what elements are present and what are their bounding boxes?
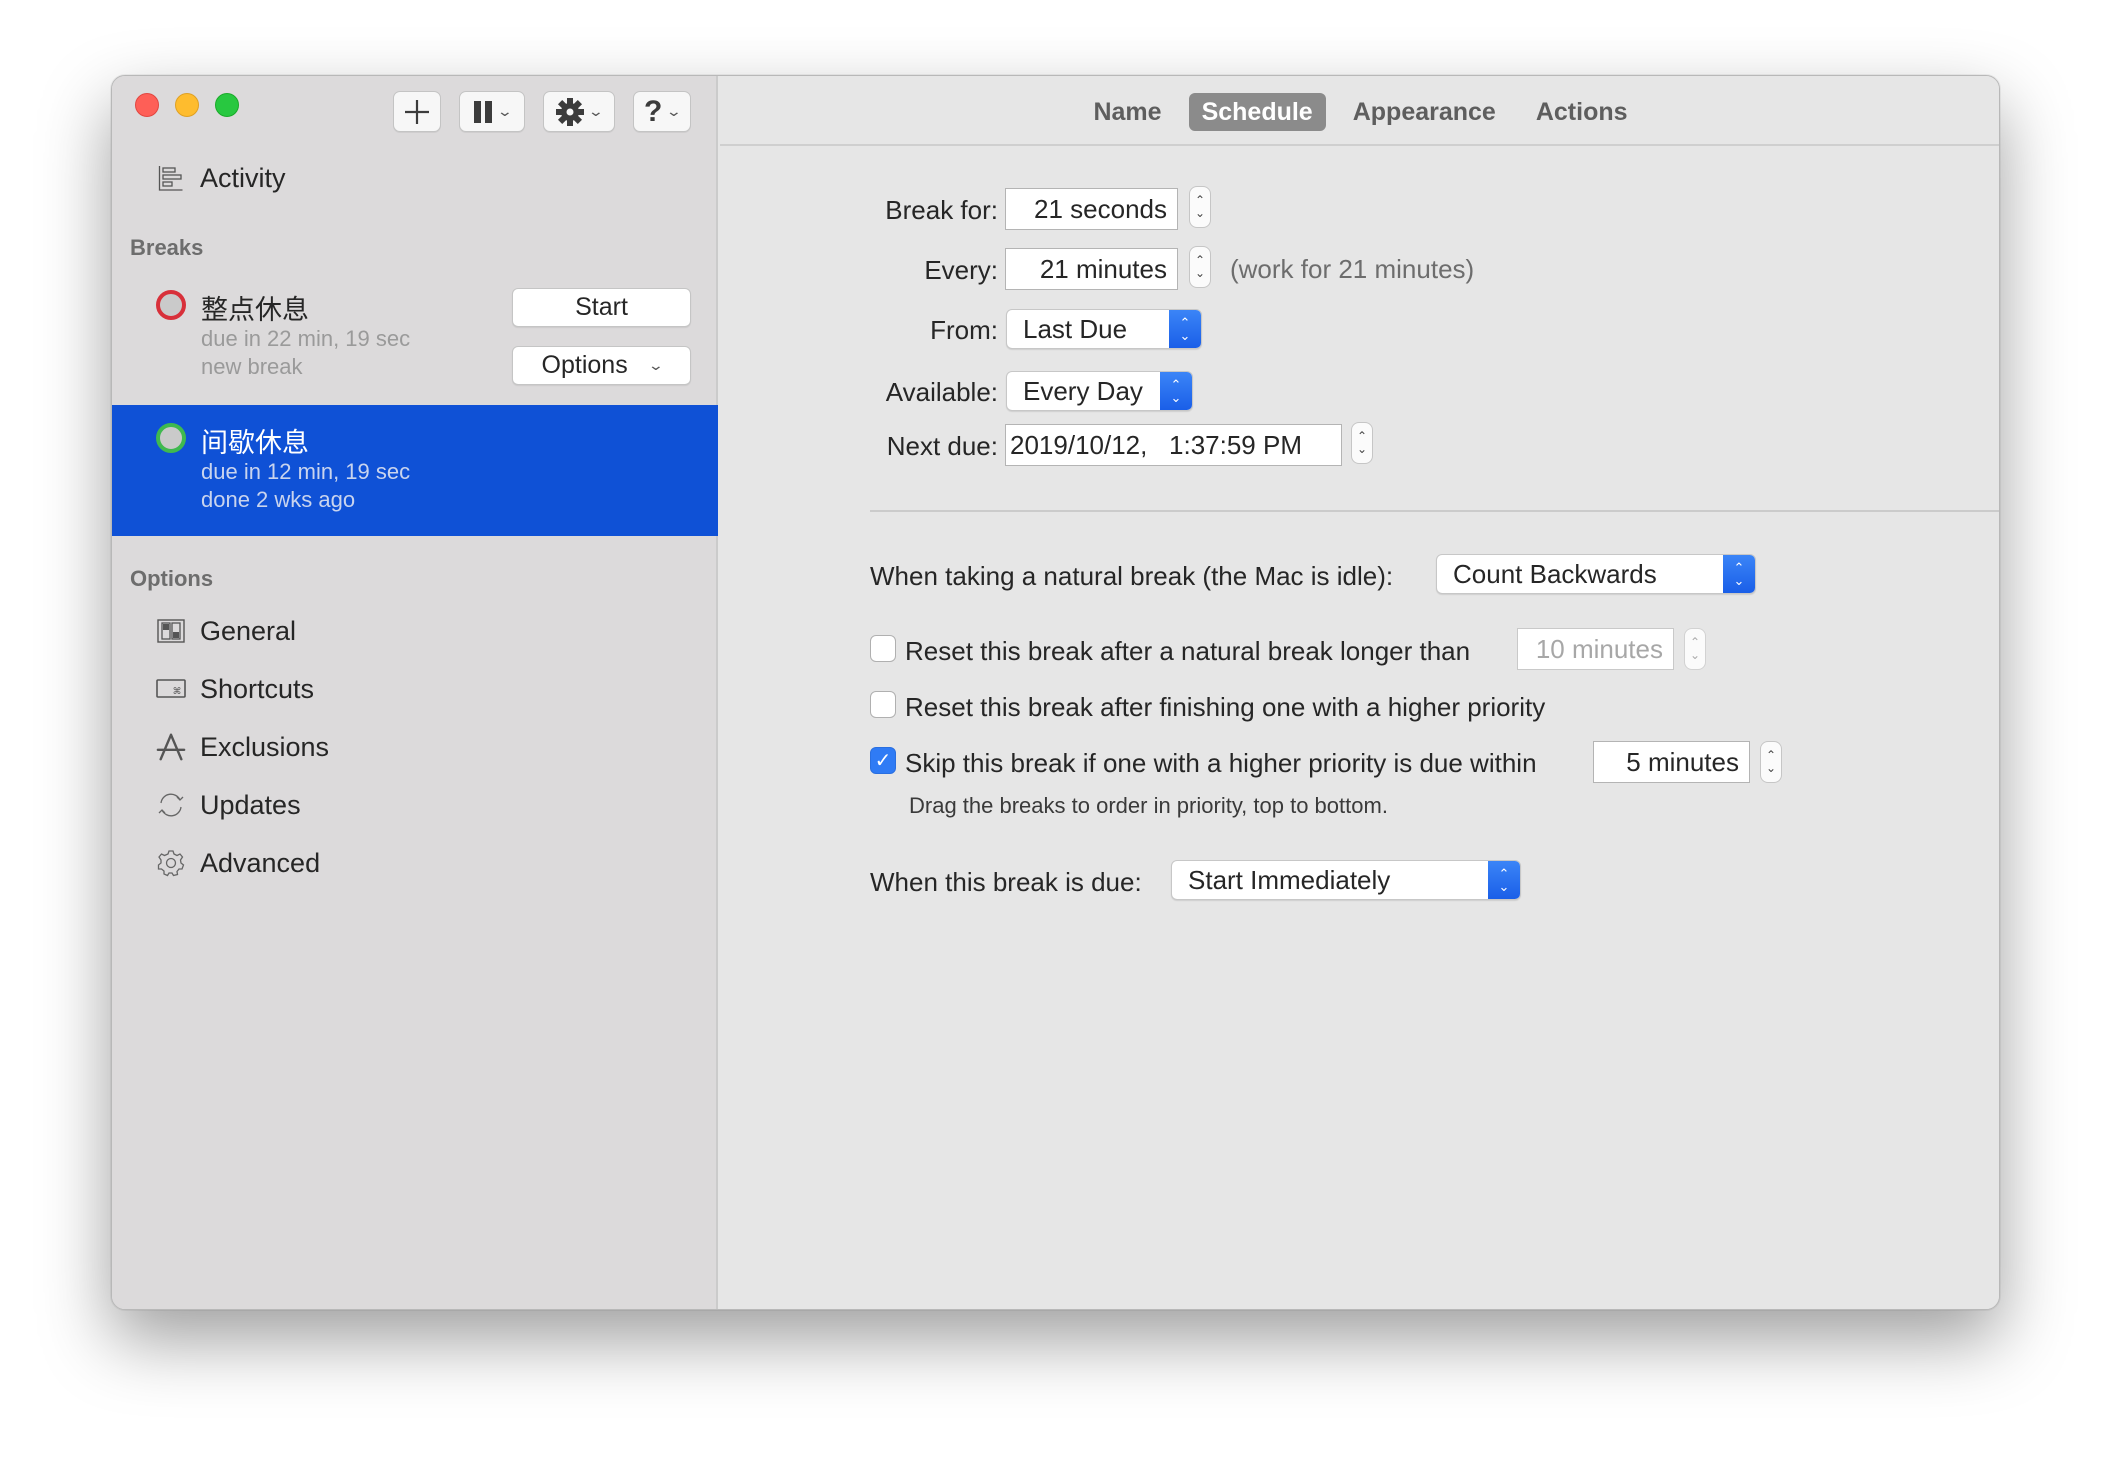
natural-break-popup[interactable]: Count Backwards ⌃ ⌄ xyxy=(1436,554,1756,594)
chevron-down-icon: ⌄ xyxy=(496,103,514,119)
available-label: Available: xyxy=(885,377,998,407)
popup-arrows-icon: ⌃ ⌄ xyxy=(1160,372,1192,410)
general-icon xyxy=(156,616,186,646)
break-status: done 2 wks ago xyxy=(201,487,356,512)
from-label: From: xyxy=(930,315,998,345)
popup-arrows-icon: ⌃ ⌄ xyxy=(1169,310,1201,348)
sidebar: ⌄ ⌄ ? ⌄ Activity Breaks 整点休息 due in 22 m… xyxy=(112,76,718,1309)
breaks-section-header: Breaks xyxy=(130,235,204,260)
gear-outline-icon xyxy=(156,848,186,878)
every-stepper[interactable]: ⌃ ⌄ xyxy=(1189,246,1211,288)
tab-actions[interactable]: Actions xyxy=(1523,93,1641,131)
plus-icon xyxy=(405,99,429,124)
chevron-down-icon: ⌄ xyxy=(665,103,683,119)
reset-priority-checkbox[interactable] xyxy=(870,691,896,718)
work-duration-note: (work for 21 minutes) xyxy=(1230,254,1475,284)
when-due-label: When this break is due: xyxy=(870,867,1142,897)
break-row-selected[interactable]: 间歇休息 due in 12 min, 19 sec done 2 wks ag… xyxy=(112,405,718,536)
keyboard-icon: ⌘ xyxy=(156,674,186,704)
from-popup[interactable]: Last Due ⌃ ⌄ xyxy=(1006,309,1202,349)
chevron-down-icon: ⌄ xyxy=(647,357,664,373)
reset-natural-label: Reset this break after a natural break l… xyxy=(905,636,1471,666)
break-due: due in 22 min, 19 sec xyxy=(201,326,411,351)
help-menu-button[interactable]: ? ⌄ xyxy=(633,91,691,132)
every-label: Every: xyxy=(924,255,998,285)
tab-name[interactable]: Name xyxy=(1080,93,1174,131)
reset-priority-label: Reset this break after finishing one wit… xyxy=(905,692,1546,722)
reset-natural-duration-field[interactable]: 10 minutes xyxy=(1517,628,1674,670)
options-section-header: Options xyxy=(130,566,214,591)
available-popup[interactable]: Every Day ⌃ ⌄ xyxy=(1006,371,1193,411)
svg-text:⌘: ⌘ xyxy=(173,687,182,697)
break-for-field[interactable]: 21 seconds xyxy=(1005,188,1178,230)
break-name: 间歇休息 xyxy=(201,428,309,458)
sidebar-item-label: Advanced xyxy=(200,847,321,878)
chevron-down-icon: ⌄ xyxy=(587,103,605,119)
tab-appearance[interactable]: Appearance xyxy=(1340,93,1509,131)
break-for-stepper[interactable]: ⌃ ⌄ xyxy=(1189,186,1211,228)
schedule-panel: Name Schedule Appearance Actions Break f… xyxy=(720,76,1999,1309)
options-label: Options xyxy=(541,351,628,379)
gear-icon xyxy=(556,97,585,126)
break-row[interactable]: 整点休息 due in 22 min, 19 sec new break Sta… xyxy=(112,276,718,396)
popup-arrows-icon: ⌃ ⌄ xyxy=(1723,555,1755,593)
sidebar-item-label: Updates xyxy=(200,789,301,820)
add-break-button[interactable] xyxy=(393,91,441,132)
sidebar-item-updates[interactable]: Updates xyxy=(112,780,718,830)
sidebar-item-activity[interactable]: Activity xyxy=(112,153,718,203)
app-store-icon xyxy=(156,732,186,762)
natural-break-value: Count Backwards xyxy=(1453,558,1657,589)
activity-icon xyxy=(156,163,186,193)
sidebar-item-label: Activity xyxy=(200,162,286,193)
start-break-button[interactable]: Start xyxy=(512,288,691,327)
skip-duration-field[interactable]: 5 minutes xyxy=(1593,741,1750,783)
checkmark-icon: ✓ xyxy=(874,750,892,772)
tab-schedule[interactable]: Schedule xyxy=(1188,93,1326,131)
sidebar-item-shortcuts[interactable]: ⌘ Shortcuts xyxy=(112,664,718,714)
section-divider xyxy=(870,510,1999,512)
reset-natural-checkbox[interactable] xyxy=(870,635,896,662)
priority-hint: Drag the breaks to order in priority, to… xyxy=(909,793,1388,818)
popup-arrows-icon: ⌃ ⌄ xyxy=(1488,861,1520,899)
pause-icon xyxy=(474,100,493,123)
break-status-ring-icon xyxy=(156,290,186,320)
skip-checkbox[interactable]: ✓ xyxy=(870,747,896,774)
next-due-field[interactable]: 2019/10/12, 1:37:59 PM xyxy=(1005,424,1342,466)
question-icon: ? xyxy=(643,94,663,128)
next-due-label: Next due: xyxy=(886,431,998,461)
settings-menu-button[interactable]: ⌄ xyxy=(543,91,615,132)
app-window: ⌄ ⌄ ? ⌄ Activity Breaks 整点休息 due in 22 m… xyxy=(111,75,2000,1310)
next-due-stepper[interactable]: ⌃ ⌄ xyxy=(1351,422,1373,464)
sidebar-item-exclusions[interactable]: Exclusions xyxy=(112,722,718,772)
sidebar-item-label: Exclusions xyxy=(200,731,330,762)
available-value: Every Day xyxy=(1023,375,1143,406)
every-field[interactable]: 21 minutes xyxy=(1005,248,1178,290)
maximize-button[interactable] xyxy=(215,93,239,117)
break-options-button[interactable]: Options ⌄ xyxy=(512,346,691,385)
sidebar-item-label: Shortcuts xyxy=(200,673,315,704)
close-button[interactable] xyxy=(135,93,159,117)
when-due-popup[interactable]: Start Immediately ⌃ ⌄ xyxy=(1171,860,1521,900)
pause-menu-button[interactable]: ⌄ xyxy=(459,91,525,132)
tab-bar: Name Schedule Appearance Actions xyxy=(720,93,1999,131)
skip-label: Skip this break if one with a higher pri… xyxy=(905,748,1537,778)
break-status-ring-icon xyxy=(156,423,186,453)
reset-natural-stepper[interactable]: ⌃ ⌄ xyxy=(1684,628,1706,670)
sidebar-item-general[interactable]: General xyxy=(112,606,718,656)
sidebar-item-label: General xyxy=(200,615,297,646)
tab-separator xyxy=(720,144,1999,146)
sidebar-item-advanced[interactable]: Advanced xyxy=(112,838,718,888)
refresh-icon xyxy=(156,790,186,820)
break-for-label: Break for: xyxy=(885,195,998,225)
break-due: due in 12 min, 19 sec xyxy=(201,459,411,484)
minimize-button[interactable] xyxy=(175,93,199,117)
break-name: 整点休息 xyxy=(201,295,309,325)
skip-duration-stepper[interactable]: ⌃ ⌄ xyxy=(1760,741,1782,783)
natural-break-label: When taking a natural break (the Mac is … xyxy=(870,561,1394,591)
break-status: new break xyxy=(201,354,303,379)
when-due-value: Start Immediately xyxy=(1188,864,1391,895)
from-value: Last Due xyxy=(1023,313,1128,344)
